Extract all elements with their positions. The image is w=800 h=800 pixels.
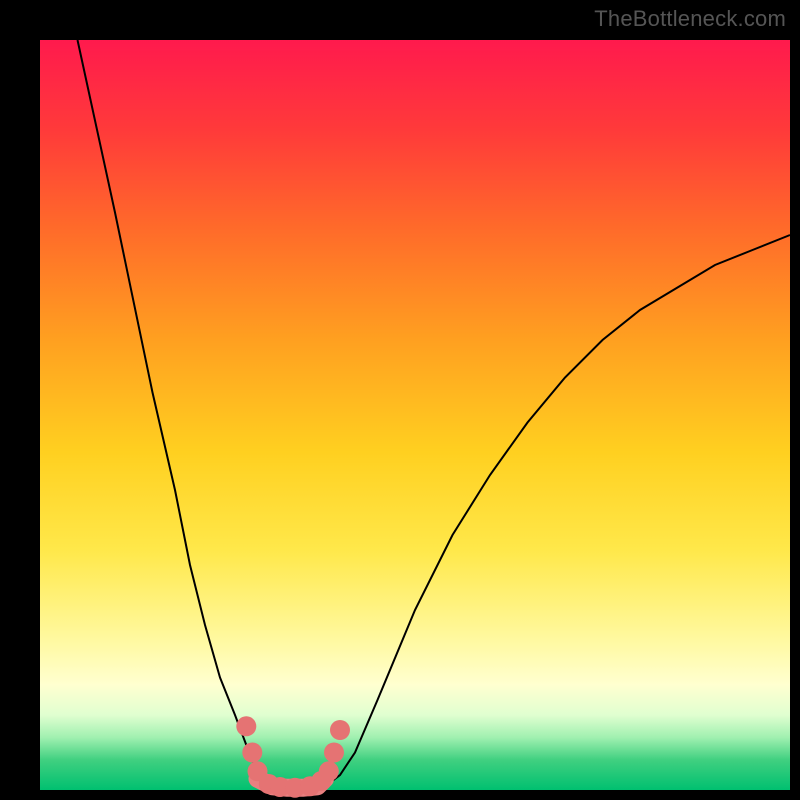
marker-dot	[319, 761, 339, 781]
marker-dot	[324, 743, 344, 763]
curve-left	[78, 40, 266, 786]
attribution-label: TheBottleneck.com	[594, 6, 786, 32]
chart-svg	[40, 40, 790, 790]
marker-cluster-floor	[259, 720, 350, 798]
curve-right	[325, 235, 790, 786]
marker-dot	[236, 716, 256, 736]
marker-cluster-left	[236, 716, 267, 781]
marker-dot	[242, 743, 262, 763]
marker-dot	[330, 720, 350, 740]
chart-plot-area	[40, 40, 790, 790]
